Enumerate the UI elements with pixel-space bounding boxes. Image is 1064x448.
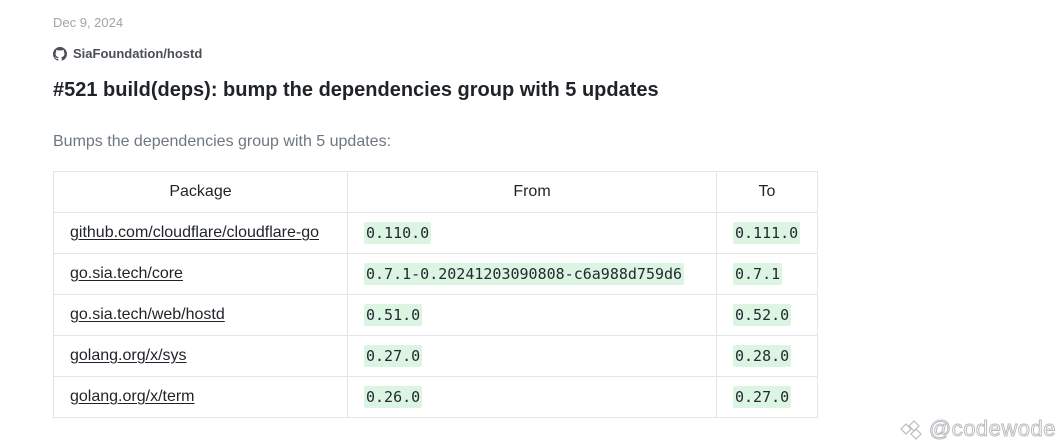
table-header-row: Package From To	[53, 171, 818, 213]
to-cell: 0.27.0	[716, 376, 818, 418]
watermark-text: @codewode	[928, 416, 1056, 442]
package-cell: golang.org/x/term	[53, 376, 348, 418]
from-version: 0.7.1-0.20241203090808-c6a988d759d6	[364, 262, 685, 285]
post-date: Dec 9, 2024	[53, 15, 124, 30]
header-from: From	[347, 171, 717, 213]
to-cell: 0.7.1	[716, 253, 818, 295]
dependency-table: Package From To github.com/cloudflare/cl…	[53, 171, 818, 418]
to-version: 0.7.1	[733, 262, 783, 285]
update-description: Bumps the dependencies group with 5 upda…	[53, 133, 392, 150]
page-title: #521 build(deps): bump the dependencies …	[53, 79, 659, 101]
from-cell: 0.51.0	[347, 294, 717, 336]
repo-link[interactable]: SiaFoundation/hostd	[53, 46, 202, 61]
watermark: @codewode	[899, 416, 1056, 442]
to-cell: 0.52.0	[716, 294, 818, 336]
package-link[interactable]: github.com/cloudflare/cloudflare-go	[70, 224, 319, 241]
from-cell: 0.110.0	[347, 212, 717, 254]
from-cell: 0.7.1-0.20241203090808-c6a988d759d6	[347, 253, 717, 295]
table-row: go.sia.tech/web/hostd 0.51.0 0.52.0	[53, 294, 818, 336]
to-version: 0.27.0	[733, 385, 792, 408]
to-version: 0.111.0	[733, 221, 801, 244]
repo-name: SiaFoundation/hostd	[73, 46, 203, 61]
package-cell: go.sia.tech/web/hostd	[53, 294, 348, 336]
package-cell: go.sia.tech/core	[53, 253, 348, 295]
table-row: golang.org/x/sys 0.27.0 0.28.0	[53, 335, 818, 377]
package-cell: golang.org/x/sys	[53, 335, 348, 377]
header-to: To	[716, 171, 818, 213]
package-link[interactable]: golang.org/x/sys	[70, 347, 187, 364]
to-cell: 0.111.0	[716, 212, 818, 254]
table-row: go.sia.tech/core 0.7.1-0.20241203090808-…	[53, 253, 818, 295]
to-version: 0.52.0	[733, 303, 792, 326]
from-version: 0.26.0	[364, 385, 423, 408]
package-link[interactable]: go.sia.tech/web/hostd	[70, 306, 225, 323]
github-icon	[53, 46, 67, 61]
diamond-logo-icon	[899, 418, 925, 440]
from-cell: 0.26.0	[347, 376, 717, 418]
package-link[interactable]: golang.org/x/term	[70, 388, 195, 405]
header-package: Package	[53, 171, 348, 213]
from-version: 0.51.0	[364, 303, 423, 326]
package-cell: github.com/cloudflare/cloudflare-go	[53, 212, 348, 254]
table-row: github.com/cloudflare/cloudflare-go 0.11…	[53, 212, 818, 254]
from-version: 0.27.0	[364, 344, 423, 367]
table-row: golang.org/x/term 0.26.0 0.27.0	[53, 376, 818, 418]
from-version: 0.110.0	[364, 221, 432, 244]
changelog-page: Dec 9, 2024 SiaFoundation/hostd #521 bui…	[0, 0, 1064, 448]
to-cell: 0.28.0	[716, 335, 818, 377]
to-version: 0.28.0	[733, 344, 792, 367]
package-link[interactable]: go.sia.tech/core	[70, 265, 183, 282]
from-cell: 0.27.0	[347, 335, 717, 377]
